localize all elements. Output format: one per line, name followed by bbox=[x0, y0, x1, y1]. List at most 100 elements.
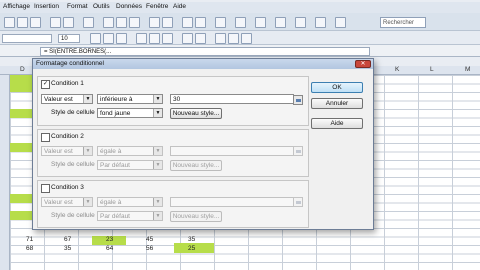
condition-1-style-select[interactable]: fond jaune ▼ bbox=[97, 108, 163, 118]
preview-icon[interactable] bbox=[63, 17, 74, 28]
condition-2-new-style-button[interactable]: Nouveau style... bbox=[170, 160, 222, 171]
align-left-icon[interactable] bbox=[136, 33, 147, 44]
spellcheck-icon[interactable] bbox=[83, 17, 94, 28]
condition-3-style-select[interactable]: Par défaut ▼ bbox=[97, 211, 163, 221]
condition-1-shrink-icon[interactable] bbox=[293, 95, 303, 105]
menu-fenetre[interactable]: Fenêtre bbox=[146, 3, 168, 10]
column-header[interactable]: M bbox=[465, 66, 470, 73]
condition-3-group: Condition 3 Valeur est ▼ égale à ▼ Style d… bbox=[37, 180, 309, 228]
redo-icon[interactable] bbox=[162, 17, 173, 28]
condition-2-style-label: Style de cellule bbox=[51, 161, 95, 168]
cell[interactable]: 45 bbox=[146, 236, 153, 243]
chevron-down-icon: ▼ bbox=[153, 198, 162, 206]
chart-icon[interactable] bbox=[215, 17, 226, 28]
condition-1-value-input[interactable]: 30 bbox=[170, 94, 294, 104]
condition-1-group: ✓ Condition 1 Valeur est ▼ inférieure à ▼ … bbox=[37, 76, 309, 126]
condition-3-new-style-button[interactable]: Nouveau style... bbox=[170, 211, 222, 222]
condition-2-style-select[interactable]: Par défaut ▼ bbox=[97, 160, 163, 170]
condition-3-value-input[interactable] bbox=[170, 197, 294, 207]
menu-outils[interactable]: Outils bbox=[93, 3, 110, 10]
chevron-down-icon: ▼ bbox=[83, 198, 92, 206]
chevron-down-icon: ▼ bbox=[83, 95, 92, 103]
bold-icon[interactable] bbox=[90, 33, 101, 44]
condition-1-checkbox[interactable]: ✓ bbox=[41, 80, 50, 89]
condition-1-label: Condition 1 bbox=[51, 80, 84, 87]
gallery-icon[interactable] bbox=[295, 17, 306, 28]
cell[interactable]: 56 bbox=[146, 245, 153, 252]
undo-icon[interactable] bbox=[149, 17, 160, 28]
chevron-down-icon: ▼ bbox=[153, 161, 162, 169]
column-header[interactable]: L bbox=[430, 66, 434, 73]
new-document-icon[interactable] bbox=[4, 17, 15, 28]
condition-1-mode-select[interactable]: Valeur est ▼ bbox=[41, 94, 93, 104]
italic-icon[interactable] bbox=[103, 33, 114, 44]
open-icon[interactable] bbox=[17, 17, 28, 28]
menu-donnees[interactable]: Données bbox=[116, 3, 142, 10]
condition-2-shrink-icon[interactable] bbox=[293, 146, 303, 156]
cancel-button[interactable]: Annuler bbox=[311, 98, 363, 109]
print-icon[interactable] bbox=[50, 17, 61, 28]
condition-2-label: Condition 2 bbox=[51, 133, 84, 140]
copy-icon[interactable] bbox=[116, 17, 127, 28]
cell[interactable]: 71 bbox=[26, 236, 33, 243]
menu-format[interactable]: Format bbox=[67, 3, 88, 10]
font-size-select[interactable]: 10 bbox=[58, 34, 80, 43]
condition-1-operator-select[interactable]: inférieure à ▼ bbox=[97, 94, 163, 104]
condition-2-value-input[interactable] bbox=[170, 146, 294, 156]
search-input[interactable]: Rechercher bbox=[380, 17, 426, 28]
find-icon[interactable] bbox=[255, 17, 266, 28]
formula-input[interactable]: = SI(ENTRE.BORNES(... bbox=[40, 47, 370, 56]
font-name-select[interactable] bbox=[2, 34, 52, 43]
align-center-icon[interactable] bbox=[149, 33, 160, 44]
sort-ascending-icon[interactable] bbox=[182, 17, 193, 28]
cell[interactable]: 35 bbox=[188, 236, 195, 243]
highlighted-cell[interactable] bbox=[10, 194, 34, 203]
currency-icon[interactable] bbox=[182, 33, 193, 44]
highlighted-cell[interactable] bbox=[10, 143, 34, 152]
cell[interactable]: 35 bbox=[64, 245, 71, 252]
cell[interactable]: 67 bbox=[64, 236, 71, 243]
condition-2-mode-select[interactable]: Valeur est ▼ bbox=[41, 146, 93, 156]
chevron-down-icon: ▼ bbox=[153, 109, 162, 117]
help-icon[interactable] bbox=[335, 17, 346, 28]
condition-3-checkbox[interactable] bbox=[41, 184, 50, 193]
cell[interactable]: 23 bbox=[106, 236, 113, 243]
save-icon[interactable] bbox=[30, 17, 41, 28]
align-right-icon[interactable] bbox=[162, 33, 173, 44]
condition-1-style-label: Style de cellule bbox=[51, 109, 95, 116]
borders-icon[interactable] bbox=[215, 33, 226, 44]
cell[interactable]: 25 bbox=[188, 245, 195, 252]
help-button[interactable]: Aide bbox=[311, 118, 363, 129]
column-header[interactable]: D bbox=[20, 66, 25, 73]
draw-icon[interactable] bbox=[235, 17, 246, 28]
paste-icon[interactable] bbox=[129, 17, 140, 28]
cell[interactable]: 64 bbox=[106, 245, 113, 252]
chevron-down-icon: ▼ bbox=[153, 147, 162, 155]
condition-1-new-style-button[interactable]: Nouveau style... bbox=[170, 108, 222, 119]
cut-icon[interactable] bbox=[103, 17, 114, 28]
ok-button[interactable]: OK bbox=[311, 82, 363, 93]
highlighted-cell[interactable] bbox=[10, 109, 34, 118]
sort-descending-icon[interactable] bbox=[195, 17, 206, 28]
column-header[interactable]: K bbox=[395, 66, 399, 73]
highlighted-cell[interactable] bbox=[10, 211, 34, 220]
condition-2-checkbox[interactable] bbox=[41, 133, 50, 142]
condition-3-shrink-icon[interactable] bbox=[293, 197, 303, 207]
cell[interactable]: 68 bbox=[26, 245, 33, 252]
condition-3-operator-select[interactable]: égale à ▼ bbox=[97, 197, 163, 207]
underline-icon[interactable] bbox=[116, 33, 127, 44]
percent-icon[interactable] bbox=[195, 33, 206, 44]
background-color-icon[interactable] bbox=[228, 33, 239, 44]
font-color-icon[interactable] bbox=[241, 33, 252, 44]
menu-affichage[interactable]: Affichage bbox=[3, 3, 30, 10]
chevron-down-icon: ▼ bbox=[153, 95, 162, 103]
condition-2-operator-select[interactable]: égale à ▼ bbox=[97, 146, 163, 156]
navigator-icon[interactable] bbox=[275, 17, 286, 28]
menu-insertion[interactable]: Insertion bbox=[34, 3, 59, 10]
menu-aide[interactable]: Aide bbox=[173, 3, 186, 10]
dialog-title: Formatage conditionnel bbox=[33, 59, 373, 69]
highlighted-cell[interactable] bbox=[10, 75, 34, 92]
close-button[interactable]: ✕ bbox=[355, 60, 371, 68]
zoom-icon[interactable] bbox=[315, 17, 326, 28]
condition-3-mode-select[interactable]: Valeur est ▼ bbox=[41, 197, 93, 207]
